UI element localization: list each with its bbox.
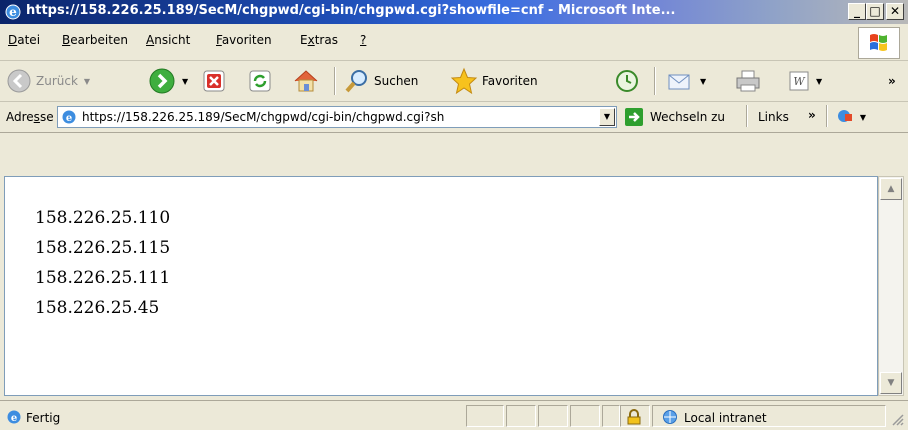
standard-toolbar: Zurück ▼ ▼ Suchen Favoriten ▼ W ▼ » <box>0 61 908 102</box>
mail-button[interactable]: ▼ <box>666 65 706 97</box>
minimize-button[interactable]: _ <box>848 3 866 20</box>
history-icon <box>616 70 638 92</box>
stop-button[interactable] <box>202 65 226 97</box>
favorites-star-icon <box>450 67 478 95</box>
intranet-icon <box>663 410 677 424</box>
status-panel <box>538 405 568 427</box>
resize-grip-icon[interactable] <box>890 412 904 426</box>
menu-datei[interactable]: Datei <box>8 33 40 47</box>
back-icon <box>7 69 31 93</box>
ie-page-icon: e <box>62 110 76 124</box>
forward-button[interactable]: ▼ <box>148 65 188 97</box>
scroll-down-button[interactable]: ▼ <box>880 372 902 394</box>
zone-label: Local intranet <box>684 411 767 425</box>
history-button[interactable] <box>614 65 640 97</box>
svg-text:e: e <box>66 113 72 124</box>
edit-word-button[interactable]: W ▼ <box>788 65 822 97</box>
status-panel <box>602 405 620 427</box>
menu-bearbeiten[interactable]: Bearbeiten <box>62 33 128 47</box>
title-bar: e https://158.226.25.189/SecM/chgpwd/cgi… <box>0 0 908 24</box>
address-dropdown-button[interactable]: ▼ <box>599 108 615 126</box>
maximize-button[interactable]: □ <box>866 3 884 20</box>
list-item: 158.226.25.115 <box>35 238 171 258</box>
menu-extras[interactable]: Extras <box>300 33 338 47</box>
svg-text:W: W <box>793 75 806 88</box>
status-panel <box>466 405 504 427</box>
close-button[interactable]: ✕ <box>886 3 904 20</box>
lock-icon <box>627 409 641 425</box>
word-icon: W <box>789 71 809 91</box>
menu-favoriten[interactable]: Favoriten <box>216 33 272 47</box>
links-icon <box>838 110 852 122</box>
svg-text:e: e <box>11 413 17 424</box>
home-button[interactable] <box>292 65 320 97</box>
list-item: 158.226.25.110 <box>35 208 171 228</box>
search-icon <box>345 70 367 93</box>
content-lines: 158.226.25.110 158.226.25.115 158.226.25… <box>35 203 170 323</box>
print-icon <box>736 70 760 92</box>
mail-icon <box>668 74 690 90</box>
address-bar: Adresse e https://158.226.25.189/SecM/ch… <box>0 102 908 133</box>
vertical-scrollbar[interactable]: ▲ ▼ <box>878 176 904 396</box>
stop-icon <box>203 70 225 92</box>
links-chevron[interactable]: » <box>808 108 816 122</box>
status-panel <box>570 405 600 427</box>
svg-text:e: e <box>9 5 17 19</box>
ie-icon: e <box>5 4 21 20</box>
address-label: Adresse <box>6 110 54 124</box>
status-text: Fertig <box>26 411 61 425</box>
address-input[interactable]: e https://158.226.25.189/SecM/chgpwd/cgi… <box>57 106 617 128</box>
search-button[interactable]: Suchen <box>344 65 418 97</box>
menu-ansicht[interactable]: Ansicht <box>146 33 190 47</box>
menu-help[interactable]: ? <box>360 33 366 47</box>
favorites-button[interactable]: Favoriten <box>450 65 538 97</box>
links-menu-button[interactable]: ▼ <box>836 107 866 128</box>
print-button[interactable] <box>734 65 762 97</box>
refresh-button[interactable] <box>248 65 272 97</box>
scroll-up-button[interactable]: ▲ <box>880 178 902 200</box>
list-item: 158.226.25.45 <box>35 298 160 318</box>
go-button[interactable]: Wechseln zu <box>624 107 725 127</box>
status-bar: e Fertig Local intranet <box>0 400 908 431</box>
go-arrow-icon <box>625 108 643 126</box>
status-panel <box>506 405 536 427</box>
menu-bar: Datei Bearbeiten Ansicht Favoriten Extra… <box>0 24 908 61</box>
page-content[interactable]: 158.226.25.110 158.226.25.115 158.226.25… <box>4 176 878 396</box>
go-label: Wechseln zu <box>650 110 726 124</box>
toolbar-chevron[interactable]: » <box>888 65 896 97</box>
address-url: https://158.226.25.189/SecM/chgpwd/cgi-b… <box>82 110 445 124</box>
windows-logo-icon <box>858 27 900 59</box>
forward-icon <box>149 68 175 94</box>
browser-window: e https://158.226.25.189/SecM/chgpwd/cgi… <box>0 0 908 430</box>
page-status-icon: e <box>7 410 21 424</box>
home-icon <box>294 70 318 92</box>
list-item: 158.226.25.111 <box>35 268 171 288</box>
window-title: https://158.226.25.189/SecM/chgpwd/cgi-b… <box>26 3 676 18</box>
refresh-icon <box>249 70 271 92</box>
back-button[interactable]: Zurück ▼ <box>6 65 90 97</box>
links-label[interactable]: Links <box>758 110 789 124</box>
